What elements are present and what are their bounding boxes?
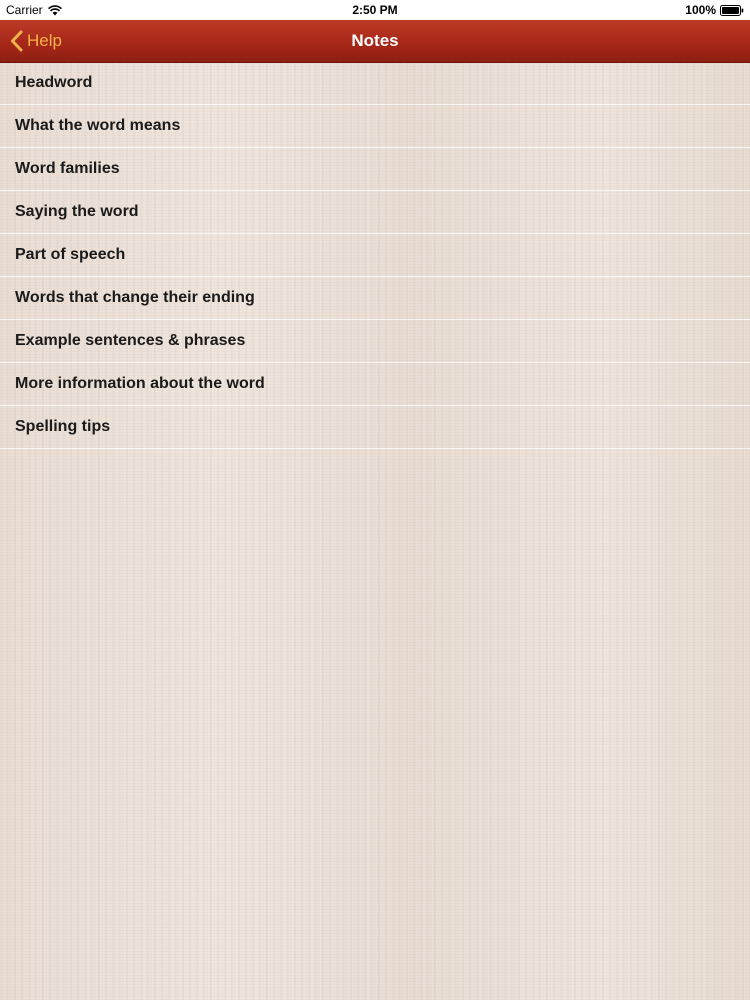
back-button[interactable]: Help xyxy=(10,20,62,62)
chevron-left-icon xyxy=(10,30,23,52)
navigation-bar: Help Notes xyxy=(0,20,750,63)
list-item-part-of-speech[interactable]: Part of speech xyxy=(0,234,750,277)
page-title: Notes xyxy=(351,31,399,50)
status-bar: Carrier 2:50 PM 100% xyxy=(0,0,750,20)
list-item-saying-the-word[interactable]: Saying the word xyxy=(0,191,750,234)
list-item-word-families[interactable]: Word families xyxy=(0,148,750,191)
list-item-words-that-change-their-ending[interactable]: Words that change their ending xyxy=(0,277,750,320)
back-button-label: Help xyxy=(27,31,62,50)
list-item-example-sentences[interactable]: Example sentences & phrases xyxy=(0,320,750,363)
list-item-what-the-word-means[interactable]: What the word means xyxy=(0,105,750,148)
status-time: 2:50 PM xyxy=(352,3,398,17)
battery-icon xyxy=(720,4,744,16)
battery-percent: 100% xyxy=(685,3,716,17)
list-item-spelling-tips[interactable]: Spelling tips xyxy=(0,406,750,449)
list-item-headword[interactable]: Headword xyxy=(0,62,750,105)
status-right: 100% xyxy=(685,3,744,17)
notes-list: Headword What the word means Word famili… xyxy=(0,62,750,449)
list-item-more-information[interactable]: More information about the word xyxy=(0,363,750,406)
